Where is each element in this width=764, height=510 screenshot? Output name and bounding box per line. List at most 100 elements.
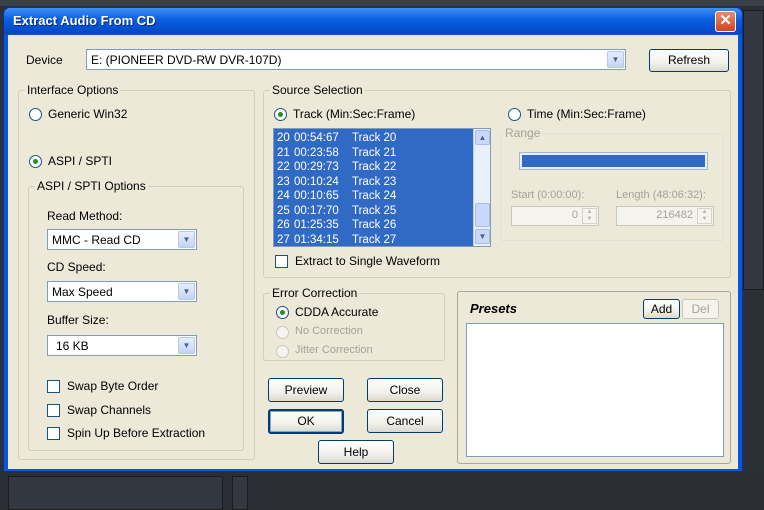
spin-arrows-icon[interactable]: ▲ ▼ <box>582 208 597 224</box>
range-bar[interactable] <box>519 152 708 170</box>
preview-button[interactable]: Preview <box>268 378 344 402</box>
track-time: 00:23:58 <box>294 146 339 159</box>
spin-up-checkbox[interactable] <box>47 427 60 440</box>
background-panel-left <box>8 476 223 510</box>
read-method-select[interactable]: MMC - Read CD ▼ <box>47 229 197 250</box>
track-num: 26 <box>277 219 290 231</box>
track-list[interactable]: 20 00:54:67 Track 20 21 00:23:58 Track 21 22 00… <box>273 128 491 247</box>
single-waveform-label[interactable]: Extract to Single Waveform <box>295 254 440 268</box>
scroll-thumb[interactable] <box>475 203 490 227</box>
chevron-down-icon[interactable]: ▼ <box>178 283 195 300</box>
help-button[interactable]: Help <box>318 440 394 464</box>
scroll-down-icon[interactable]: ▼ <box>475 229 490 244</box>
track-row[interactable]: 22 00:29:73 Track 22 <box>274 160 472 175</box>
title-bar[interactable]: Extract Audio From CD ✕ <box>4 8 742 34</box>
track-time: 00:10:24 <box>294 175 339 188</box>
chevron-down-icon[interactable]: ▼ <box>178 231 195 248</box>
start-label: Start (0:00:00): <box>511 189 585 201</box>
buffer-size-select[interactable]: 16 KB ▼ <box>47 335 197 356</box>
no-correction-label: No Correction <box>295 325 363 337</box>
length-spinbox[interactable]: 216482 ▲ ▼ <box>616 206 714 226</box>
track-rows: 20 00:54:67 Track 20 21 00:23:58 Track 21 22 00… <box>274 131 472 247</box>
generic-win32-radio[interactable] <box>29 108 42 121</box>
aspi-spti-radio[interactable] <box>29 155 42 168</box>
swap-channels-label[interactable]: Swap Channels <box>67 403 151 417</box>
swap-byte-order-checkbox[interactable] <box>47 380 60 393</box>
time-mode-label[interactable]: Time (Min:Sec:Frame) <box>527 107 646 121</box>
track-time: 01:25:35 <box>294 219 339 231</box>
track-mode-radio[interactable] <box>274 108 287 121</box>
scroll-up-icon[interactable]: ▲ <box>475 130 490 145</box>
interface-options-title: Interface Options <box>25 83 121 97</box>
track-row[interactable]: 27 01:34:15 Track 27 <box>274 233 472 248</box>
track-num: 25 <box>277 204 290 217</box>
cd-speed-label: CD Speed: <box>47 260 106 274</box>
background-splitter <box>232 476 248 510</box>
track-row[interactable]: 21 00:23:58 Track 21 <box>274 146 472 161</box>
spin-up-label[interactable]: Spin Up Before Extraction <box>67 426 205 440</box>
track-time: 00:54:67 <box>294 132 339 144</box>
track-num: 21 <box>277 146 290 159</box>
device-value: E: (PIONEER DVD-RW DVR-107D) <box>91 53 282 67</box>
cancel-button[interactable]: Cancel <box>367 409 443 433</box>
track-time: 01:34:15 <box>294 233 339 246</box>
cd-speed-select[interactable]: Max Speed ▼ <box>47 281 197 302</box>
refresh-button[interactable]: Refresh <box>649 49 729 72</box>
jitter-correction-radio <box>276 345 289 358</box>
length-value: 216482 <box>656 209 693 221</box>
no-correction-radio <box>276 326 289 339</box>
presets-group: Presets Add Del <box>457 291 731 464</box>
track-name: Track 21 <box>352 146 397 159</box>
cdda-accurate-radio[interactable] <box>276 306 289 319</box>
extract-audio-dialog: Extract Audio From CD ✕ Device E: (PIONE… <box>3 7 743 472</box>
background-panel-right <box>743 10 764 290</box>
cdda-accurate-label[interactable]: CDDA Accurate <box>295 305 378 319</box>
start-value: 0 <box>571 209 578 221</box>
buffer-size-value: 16 KB <box>56 339 89 353</box>
dialog-title: Extract Audio From CD <box>13 13 156 28</box>
error-correction-title: Error Correction <box>270 286 360 300</box>
single-waveform-checkbox[interactable] <box>275 255 288 268</box>
error-correction-group: Error Correction CDDA Accurate No Correc… <box>263 286 445 361</box>
read-method-value: MMC - Read CD <box>52 233 141 247</box>
device-select[interactable]: E: (PIONEER DVD-RW DVR-107D) ▼ <box>86 49 626 70</box>
track-row[interactable]: 23 00:10:24 Track 23 <box>274 175 472 190</box>
swap-channels-checkbox[interactable] <box>47 404 60 417</box>
generic-win32-label[interactable]: Generic Win32 <box>48 107 127 121</box>
source-selection-title: Source Selection <box>270 83 365 97</box>
track-row[interactable]: 20 00:54:67 Track 20 <box>274 131 472 146</box>
close-window-button[interactable]: ✕ <box>715 11 736 32</box>
spin-arrows-icon[interactable]: ▲ ▼ <box>697 208 712 224</box>
background-app-bottom <box>0 472 764 510</box>
track-name: Track 24 <box>352 190 397 202</box>
ok-button[interactable]: OK <box>268 409 344 434</box>
add-preset-button[interactable]: Add <box>643 299 680 319</box>
track-name: Track 23 <box>352 175 397 188</box>
track-time: 00:17:70 <box>294 204 339 217</box>
start-spinbox[interactable]: 0 ▲ ▼ <box>511 206 599 226</box>
track-num: 22 <box>277 161 290 173</box>
track-name: Track 26 <box>352 219 397 231</box>
track-list-scrollbar[interactable]: ▲ ▼ <box>473 129 490 246</box>
track-row[interactable]: 26 01:25:35 Track 26 <box>274 218 472 233</box>
aspi-spti-label[interactable]: ASPI / SPTI <box>48 154 112 168</box>
track-row[interactable]: 24 00:10:65 Track 24 <box>274 189 472 204</box>
range-group: Range Start (0:00:00): Length (48:06:32)… <box>500 126 724 241</box>
presets-title: Presets <box>470 301 517 316</box>
presets-list[interactable] <box>466 323 724 457</box>
time-mode-radio[interactable] <box>508 108 521 121</box>
swap-byte-order-label[interactable]: Swap Byte Order <box>67 379 158 393</box>
background-app-top <box>0 0 764 6</box>
track-num: 23 <box>277 175 290 188</box>
interface-options-group: Interface Options Generic Win32 ASPI / S… <box>18 83 255 460</box>
track-row[interactable]: 25 00:17:70 Track 25 <box>274 204 472 219</box>
chevron-down-icon[interactable]: ▼ <box>178 337 195 354</box>
dialog-body: Device E: (PIONEER DVD-RW DVR-107D) ▼ Re… <box>8 35 738 469</box>
track-name: Track 20 <box>352 132 397 144</box>
source-selection-group: Source Selection Track (Min:Sec:Frame) T… <box>263 83 731 278</box>
buffer-size-label: Buffer Size: <box>47 313 109 327</box>
chevron-down-icon[interactable]: ▼ <box>607 51 624 68</box>
track-time: 00:29:73 <box>294 161 339 173</box>
track-mode-label[interactable]: Track (Min:Sec:Frame) <box>293 107 415 121</box>
close-button[interactable]: Close <box>367 378 443 402</box>
